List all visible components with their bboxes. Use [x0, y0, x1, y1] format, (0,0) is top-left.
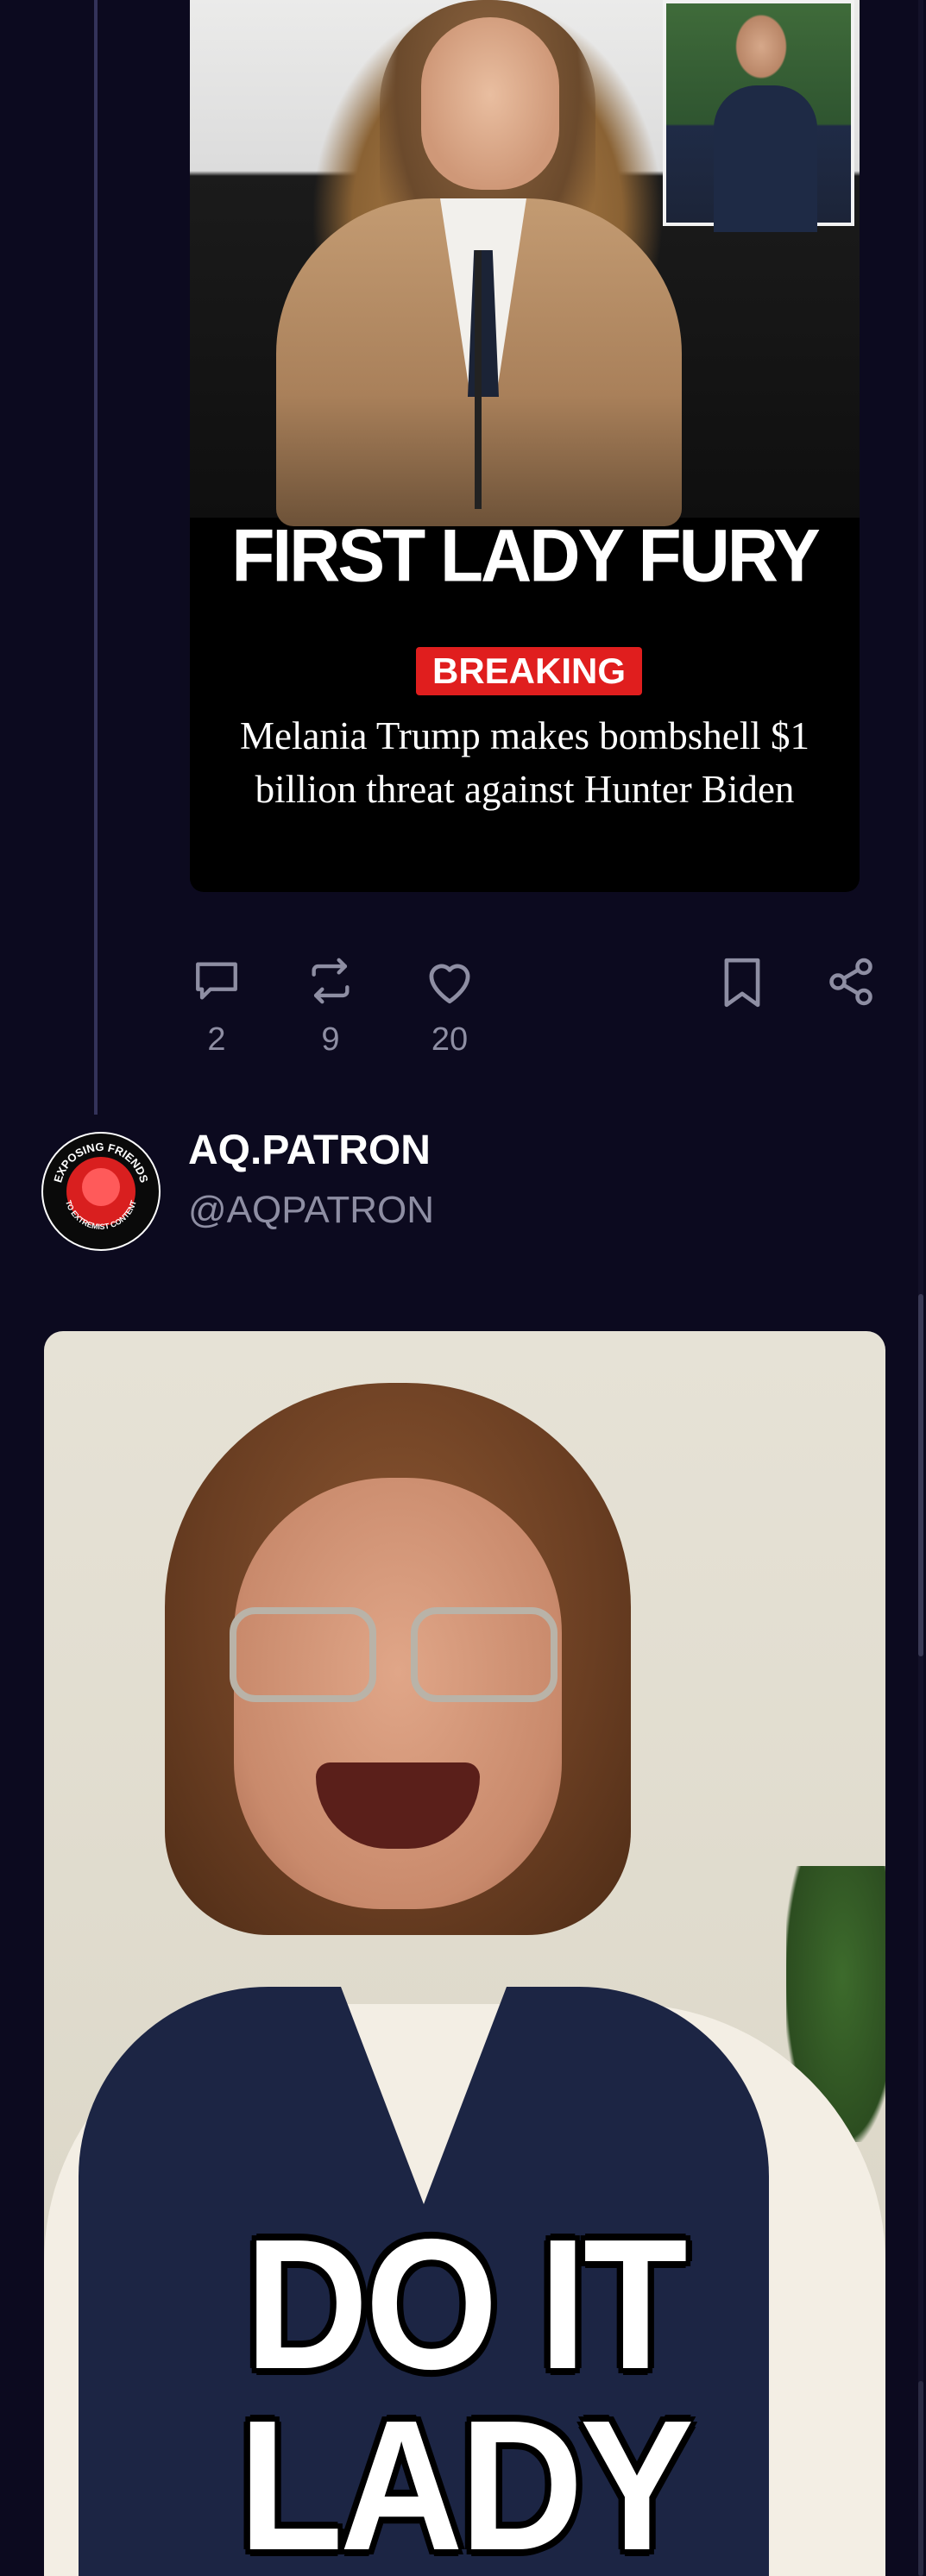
microphone	[475, 250, 482, 509]
like-icon	[429, 964, 470, 1004]
repost-button[interactable]: 9	[306, 956, 356, 1059]
like-button[interactable]: 20	[422, 956, 477, 1059]
avatar-badge-logo: EXPOSING FRIENDS TO EXTREMIST CONTENT	[51, 1140, 151, 1231]
bookmark-icon	[724, 958, 760, 1008]
meme-image[interactable]: DO IT LADY	[44, 1331, 885, 2576]
repost-icon	[312, 958, 350, 1004]
scrollbar-thumb-secondary	[918, 2381, 923, 2576]
share-button[interactable]	[825, 956, 877, 1008]
news-photo	[190, 0, 860, 526]
news-summary: Melania Trump makes bombshell $1 billion…	[240, 714, 809, 811]
scrollbar-track[interactable]	[918, 0, 923, 2576]
user-handle[interactable]: @AQPATRON	[188, 1189, 434, 1232]
news-image-card[interactable]: FIRST LADY FURY BREAKING Melania Trump m…	[190, 0, 860, 892]
meme-caption-line1: DO IT	[244, 2200, 688, 2408]
breaking-badge: BREAKING	[416, 647, 642, 695]
reply-icon	[196, 962, 237, 1000]
news-headline: FIRST LADY FURY	[231, 514, 820, 598]
scrollbar-thumb[interactable]	[918, 1294, 923, 1656]
like-count: 20	[431, 1021, 469, 1058]
bookmark-button[interactable]	[718, 956, 766, 1009]
share-icon	[829, 958, 872, 1006]
repost-count: 9	[321, 1021, 340, 1058]
inset-photo	[663, 0, 854, 232]
reply-button[interactable]: 2	[192, 956, 242, 1059]
avatar[interactable]: EXPOSING FRIENDS TO EXTREMIST CONTENT	[41, 1132, 161, 1251]
reply-count: 2	[207, 1021, 226, 1058]
thread-connector-line	[94, 0, 98, 1115]
display-name[interactable]: AQ.PATRON	[188, 1127, 431, 1174]
meme-caption-line2: LADY	[238, 2381, 694, 2576]
